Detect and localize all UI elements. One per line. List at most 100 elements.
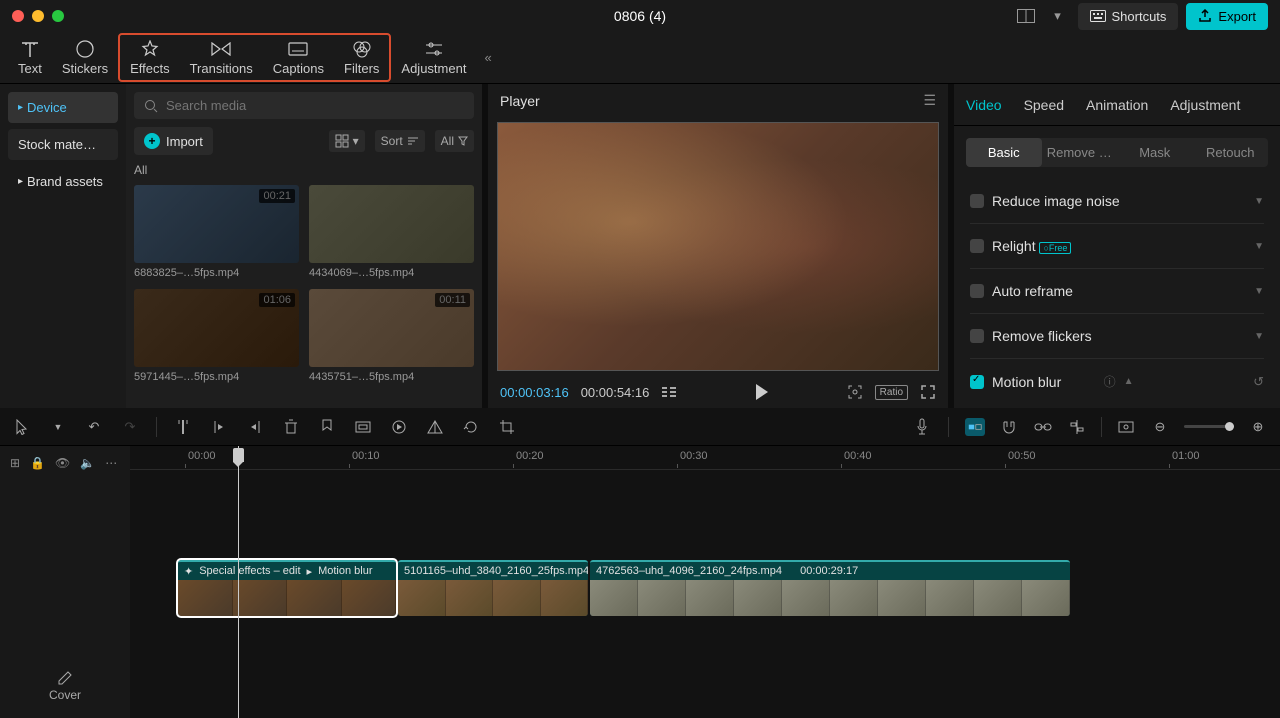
toggle-relight[interactable]	[970, 239, 984, 253]
media-filename: 6883825–…5fps.mp4	[134, 267, 299, 279]
media-item[interactable]: 4434069–…5fps.mp4	[309, 185, 474, 279]
info-icon[interactable]: ⓘ	[1104, 373, 1116, 390]
tab-text[interactable]: Text	[8, 35, 52, 80]
timeline-ruler[interactable]: 00:00 00:10 00:20 00:30 00:40 00:50 01:0…	[130, 446, 1280, 470]
chevron-down-icon[interactable]: ▼	[1254, 331, 1264, 342]
chevron-down-icon[interactable]: ▼	[1254, 286, 1264, 297]
zoom-slider[interactable]	[1184, 425, 1234, 428]
player-menu-icon[interactable]: ☰	[923, 92, 936, 109]
magnet-tool[interactable]	[999, 419, 1019, 435]
tab-filters[interactable]: Filters	[334, 35, 389, 80]
detect-icon[interactable]	[847, 384, 863, 400]
subtab-retouch[interactable]: Retouch	[1193, 138, 1269, 167]
tab-stickers[interactable]: Stickers	[52, 35, 118, 80]
prop-noise-label: Reduce image noise	[992, 193, 1246, 209]
track-more-icon[interactable]: ⋯	[105, 456, 117, 470]
subtab-mask[interactable]: Mask	[1117, 138, 1193, 167]
toggle-autoreframe[interactable]	[970, 284, 984, 298]
sidebar-item-brand[interactable]: ▸Brand assets	[8, 166, 118, 197]
zoom-out-button[interactable]: ⊖	[1150, 419, 1170, 435]
window-close[interactable]	[12, 10, 24, 22]
fullscreen-icon[interactable]	[920, 384, 936, 400]
player-viewport[interactable]	[497, 122, 939, 371]
toggle-flickers[interactable]	[970, 329, 984, 343]
delete-tool[interactable]	[281, 419, 301, 435]
sidebar-device-label: Device	[27, 100, 67, 115]
toggle-motionblur[interactable]	[970, 375, 984, 389]
track-mute-icon[interactable]: 🔈	[80, 456, 95, 470]
sidebar-item-device[interactable]: ▸Device	[8, 92, 118, 123]
rotate-tool[interactable]	[461, 419, 481, 435]
tab-effects-label: Effects	[130, 61, 170, 76]
list-view-icon[interactable]	[661, 386, 677, 398]
record-tool[interactable]	[389, 419, 409, 435]
collapse-panel-icon[interactable]: «	[476, 50, 499, 65]
filter-all-button[interactable]: All	[435, 130, 474, 152]
subtab-basic[interactable]: Basic	[966, 138, 1042, 167]
pointer-tool[interactable]	[12, 419, 32, 435]
split-tool[interactable]	[173, 419, 193, 435]
align-tool[interactable]	[1067, 420, 1087, 434]
ruler-tick: 00:50	[1008, 450, 1036, 462]
ruler-tick: 00:10	[352, 450, 380, 462]
pointer-dropdown-icon[interactable]: ▼	[48, 422, 68, 432]
window-maximize[interactable]	[52, 10, 64, 22]
mic-icon[interactable]	[912, 418, 932, 436]
right-tab-speed[interactable]: Speed	[1024, 97, 1064, 113]
trim-right-tool[interactable]	[245, 420, 265, 434]
layout-icon[interactable]	[1014, 6, 1038, 26]
tab-transitions[interactable]: Transitions	[180, 35, 263, 80]
link-tool[interactable]	[1033, 422, 1053, 432]
tab-text-label: Text	[18, 61, 42, 76]
view-grid-button[interactable]: ▾	[329, 130, 365, 152]
time-total: 00:00:54:16	[581, 385, 650, 400]
sidebar-item-stock[interactable]: Stock mate…	[8, 129, 118, 160]
redo-button[interactable]: ↷	[120, 419, 140, 435]
search-media-input[interactable]	[166, 98, 464, 113]
play-button[interactable]	[756, 384, 768, 400]
clip2-name: 5101165–uhd_3840_2160_25fps.mp4	[404, 565, 588, 577]
timeline-clip-2[interactable]: 5101165–uhd_3840_2160_25fps.mp4	[398, 560, 588, 616]
search-media-box[interactable]	[134, 92, 474, 119]
media-item[interactable]: 01:065971445–…5fps.mp4	[134, 289, 299, 383]
chevron-down-icon[interactable]: ▼	[1254, 241, 1264, 252]
tab-captions[interactable]: Captions	[263, 35, 334, 80]
crop-tool[interactable]	[497, 419, 517, 435]
chevron-up-icon[interactable]: ▲	[1124, 376, 1134, 387]
playhead[interactable]	[238, 446, 239, 718]
shortcuts-button[interactable]: Shortcuts	[1078, 3, 1179, 30]
import-button[interactable]: + Import	[134, 127, 213, 155]
snap-tool[interactable]	[965, 418, 985, 436]
reset-icon[interactable]: ↺	[1253, 374, 1264, 390]
undo-button[interactable]: ↶	[84, 419, 104, 435]
trim-left-tool[interactable]	[209, 420, 229, 434]
toggle-noise[interactable]	[970, 194, 984, 208]
media-item[interactable]: 00:114435751–…5fps.mp4	[309, 289, 474, 383]
marker-tool[interactable]	[317, 419, 337, 434]
track-add-icon[interactable]: ⊞	[10, 456, 20, 470]
window-minimize[interactable]	[32, 10, 44, 22]
chevron-down-icon[interactable]: ▼	[1254, 196, 1264, 207]
sort-button[interactable]: Sort	[375, 130, 425, 152]
right-tab-adjustment[interactable]: Adjustment	[1170, 97, 1240, 113]
media-item[interactable]: 00:216883825–…5fps.mp4	[134, 185, 299, 279]
ratio-button[interactable]: Ratio	[875, 385, 908, 400]
layout-chevron-icon[interactable]: ▾	[1046, 6, 1070, 26]
right-tab-video[interactable]: Video	[966, 97, 1002, 113]
adjustment-clip-tool[interactable]	[353, 421, 373, 433]
export-button[interactable]: Export	[1186, 3, 1268, 30]
timeline-clip-3[interactable]: 4762563–uhd_4096_2160_24fps.mp4 00:00:29…	[590, 560, 1070, 616]
timeline-clip-1[interactable]: ✦Special effects – edit▸Motion blur	[178, 560, 396, 616]
subtab-remove[interactable]: Remove …	[1042, 138, 1118, 167]
cover-button[interactable]: Cover	[8, 662, 122, 710]
tab-effects[interactable]: Effects	[120, 35, 180, 80]
track-lock-icon[interactable]: 🔒	[30, 456, 45, 470]
zoom-in-button[interactable]: ⊕	[1248, 419, 1268, 435]
right-tab-animation[interactable]: Animation	[1086, 97, 1148, 113]
preview-tool[interactable]	[1116, 421, 1136, 433]
transitions-icon	[211, 39, 231, 59]
timeline-tracks[interactable]: 00:00 00:10 00:20 00:30 00:40 00:50 01:0…	[130, 446, 1280, 718]
tab-adjustment[interactable]: Adjustment	[391, 35, 476, 80]
track-eye-icon[interactable]: 👁	[55, 456, 70, 470]
mirror-tool[interactable]	[425, 420, 445, 434]
